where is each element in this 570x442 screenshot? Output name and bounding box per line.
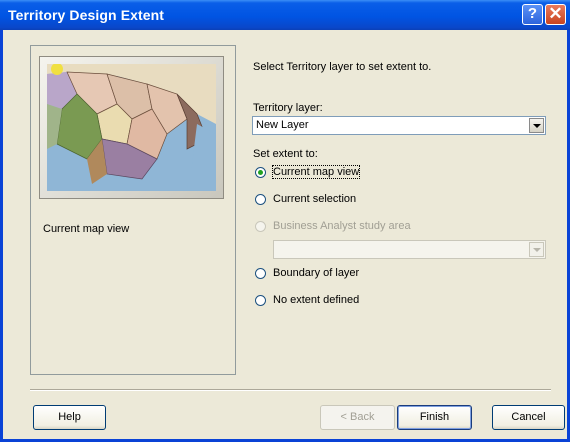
set-extent-label: Set extent to: [253, 148, 318, 160]
map-preview-frame [39, 56, 224, 199]
territory-layer-value: New Layer [256, 119, 309, 131]
option-current-selection-label[interactable]: Current selection [273, 193, 356, 205]
option-no-extent-defined-label[interactable]: No extent defined [273, 294, 359, 306]
help-icon[interactable]: ? [522, 4, 543, 25]
close-icon[interactable]: ✕ [545, 4, 566, 25]
preview-panel: Current map view [30, 45, 236, 375]
chevron-down-icon[interactable] [529, 118, 544, 133]
radio-current-map-view[interactable] [255, 167, 266, 178]
dialog-window: Territory Design Extent ? ✕ Current map … [0, 0, 570, 442]
radio-no-extent-defined[interactable] [255, 295, 266, 306]
help-button[interactable]: Help [33, 405, 106, 430]
territory-layer-dropdown[interactable]: New Layer [252, 116, 546, 135]
instruction-text: Select Territory layer to set extent to. [253, 61, 432, 73]
radio-current-selection[interactable] [255, 194, 266, 205]
option-boundary-of-layer-label[interactable]: Boundary of layer [273, 267, 359, 279]
chevron-down-icon [529, 242, 544, 257]
territory-layer-label: Territory layer: [253, 102, 323, 114]
radio-business-analyst-study-area [255, 221, 266, 232]
button-separator [30, 389, 551, 391]
title-bar[interactable]: Territory Design Extent ? ✕ [0, 0, 570, 30]
study-area-dropdown [273, 240, 546, 259]
finish-button[interactable]: Finish [397, 405, 472, 430]
map-preview-image [47, 64, 216, 191]
option-current-map-view-label[interactable]: Current map view [271, 165, 361, 179]
cancel-button[interactable]: Cancel [492, 405, 565, 430]
preview-caption: Current map view [43, 223, 130, 235]
radio-boundary-of-layer[interactable] [255, 268, 266, 279]
window-title: Territory Design Extent [8, 7, 165, 23]
back-button: < Back [320, 405, 395, 430]
option-business-analyst-study-area-label: Business Analyst study area [273, 220, 411, 232]
